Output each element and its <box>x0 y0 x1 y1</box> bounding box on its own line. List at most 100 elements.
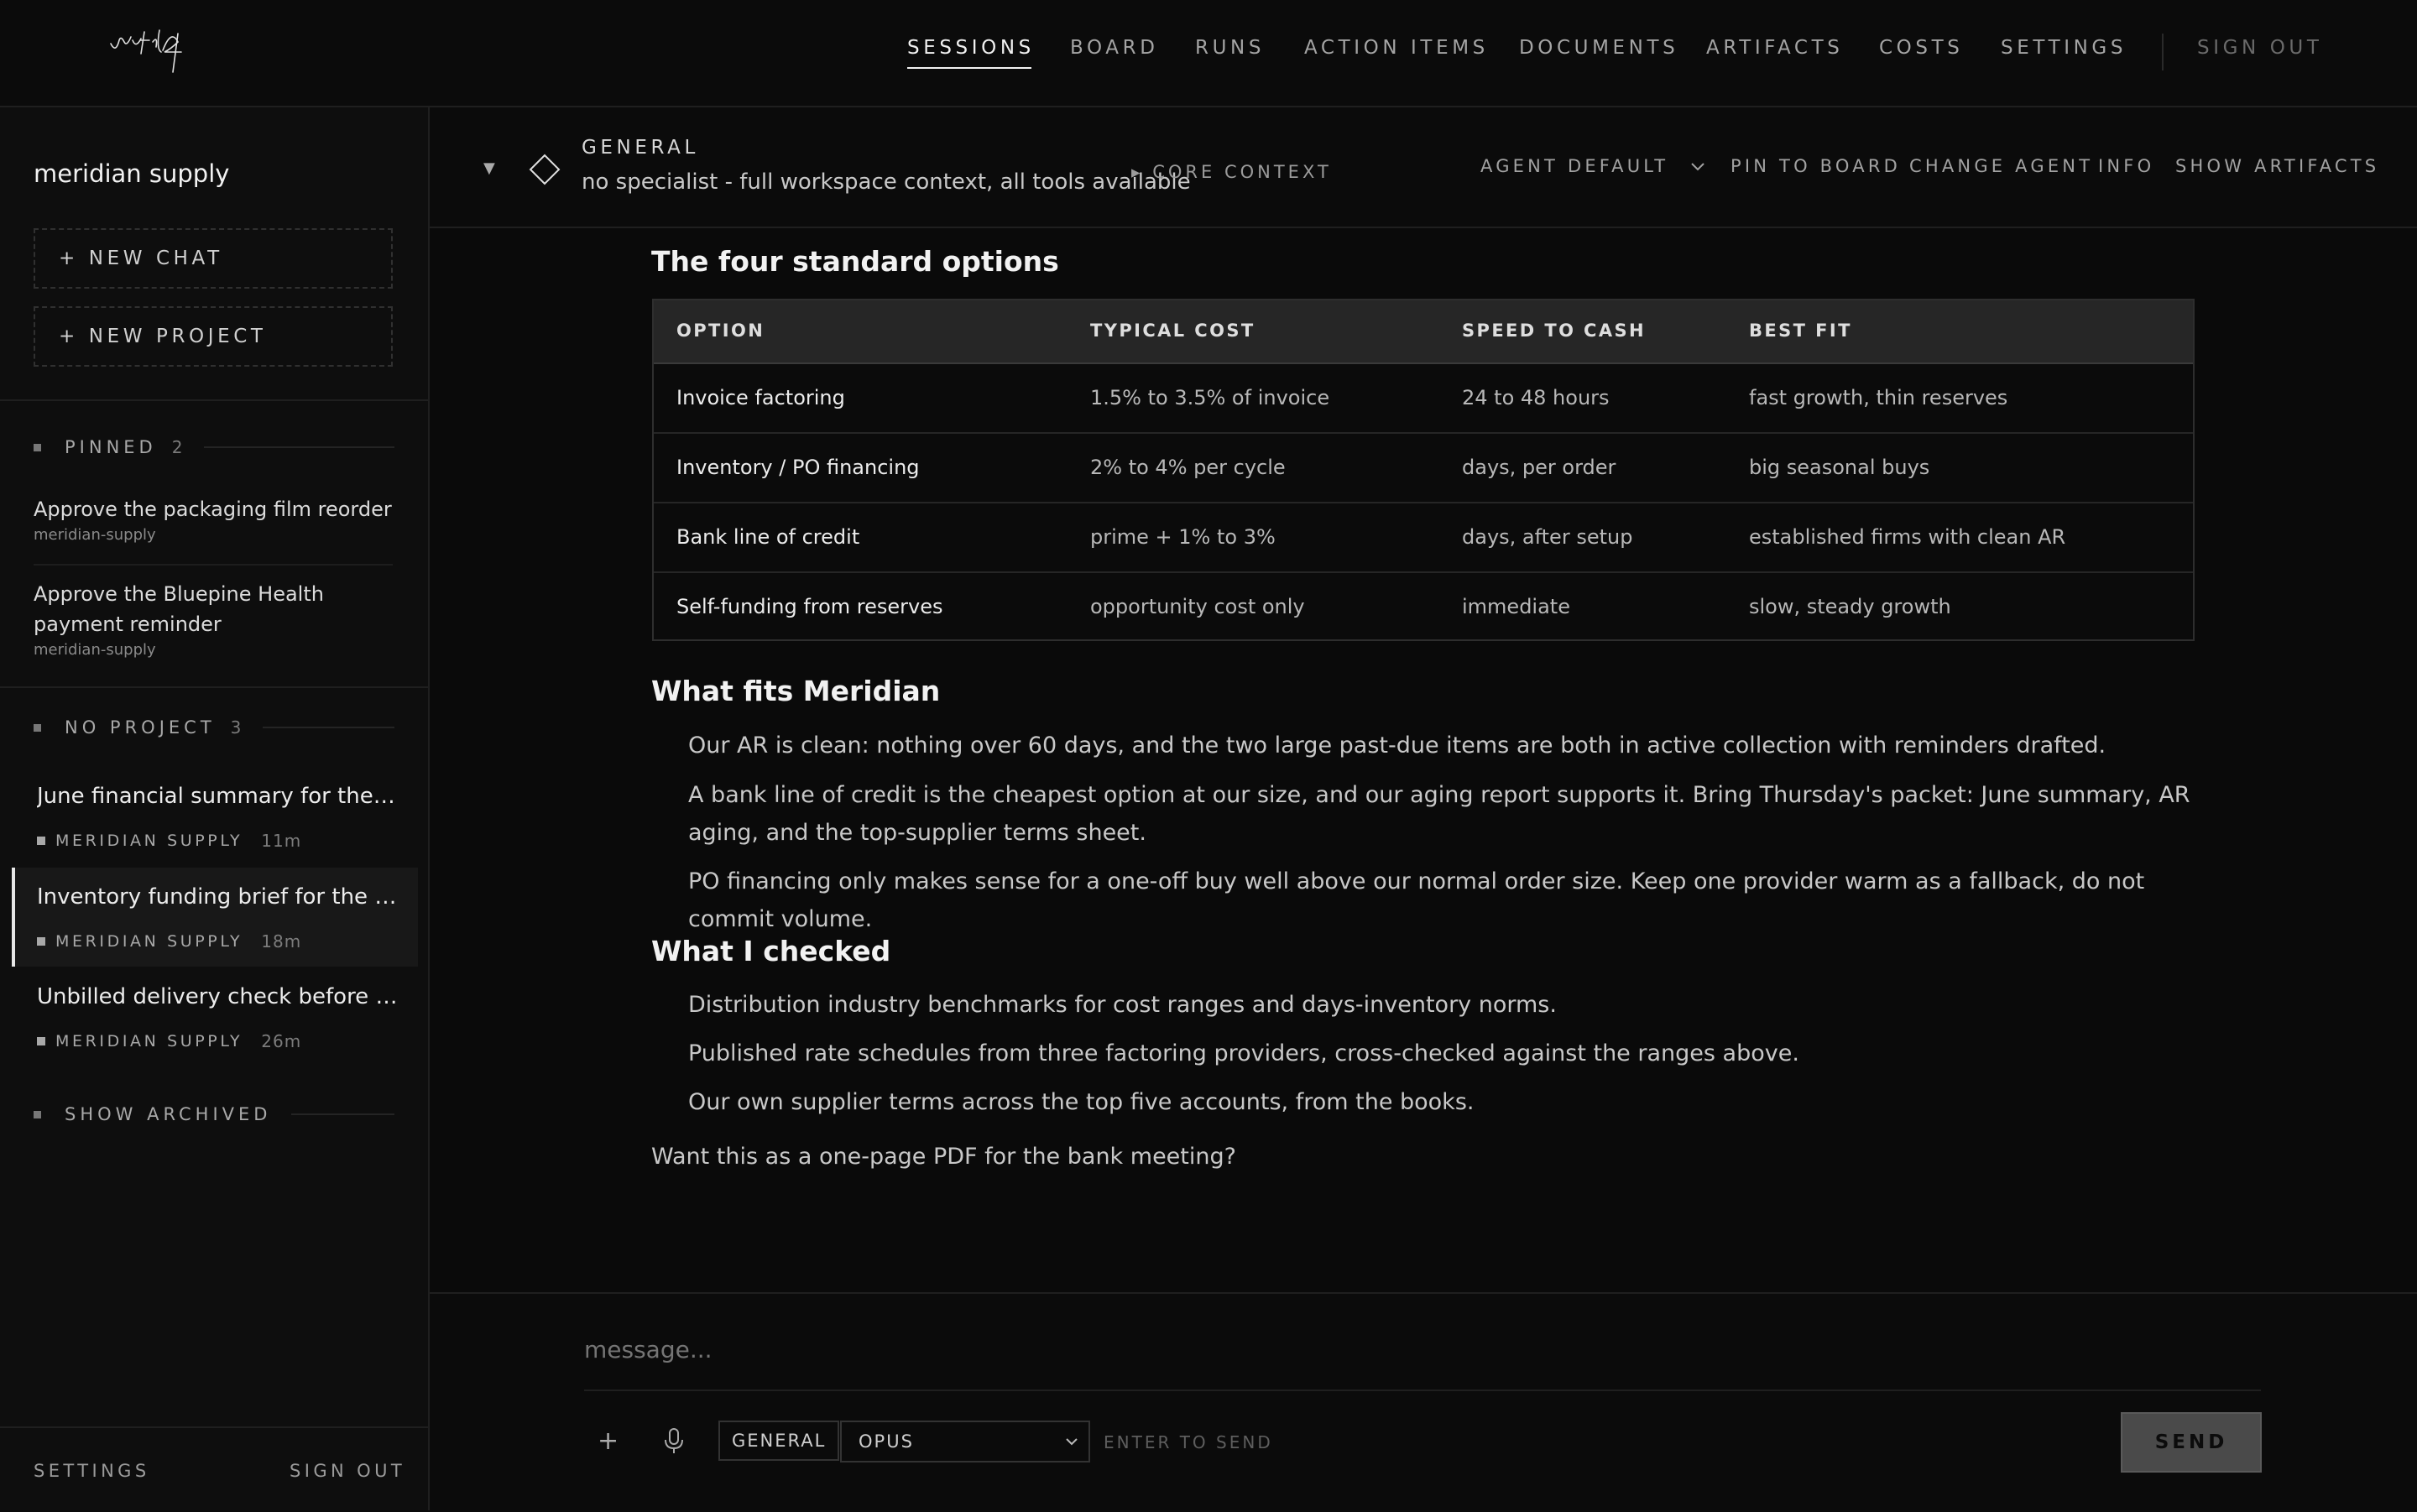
pinned-item-project: meridian-supply <box>34 641 156 659</box>
chevron-down-icon[interactable] <box>1688 156 1708 176</box>
send-button[interactable]: SEND <box>2121 1412 2262 1473</box>
table-cell: days, per order <box>1462 456 1616 479</box>
nav-documents[interactable]: DOCUMENTS <box>1519 37 1678 59</box>
table-column-header: BEST FIT <box>1749 321 1852 341</box>
table-row: Inventory / PO financing 2% to 4% per cy… <box>654 432 2193 503</box>
chat-item-title: Inventory funding brief for the ban... <box>37 884 398 910</box>
nav-artifacts[interactable]: ARTIFACTS <box>1706 37 1843 59</box>
chat-item-title: Unbilled delivery check before Jun... <box>37 984 398 1009</box>
chat-item-age: 11m <box>261 831 302 851</box>
model-select-value: OPUS <box>859 1431 914 1452</box>
table-row: Invoice factoring 1.5% to 3.5% of invoic… <box>654 362 2193 434</box>
list-item: Published rate schedules from three fact… <box>688 1040 1799 1066</box>
agent-default-select[interactable]: AGENT DEFAULT <box>1480 156 1668 176</box>
nav-sign-out[interactable]: SIGN OUT <box>2197 37 2323 59</box>
table-row: Self-funding from reserves opportunity c… <box>654 571 2193 641</box>
chat-item-title: June financial summary for the lea... <box>37 784 398 809</box>
plus-icon[interactable]: + <box>598 1426 619 1456</box>
project-square-icon <box>37 837 45 845</box>
table-cell: days, after setup <box>1462 525 1633 549</box>
sidebar-settings-link[interactable]: SETTINGS <box>34 1461 150 1481</box>
table-column-header: OPTION <box>676 321 765 341</box>
section-heading: What I checked <box>651 935 891 967</box>
sidebar-divider <box>0 686 428 688</box>
project-square-icon <box>37 1037 45 1045</box>
nav-runs[interactable]: RUNS <box>1195 37 1265 59</box>
section-heading: The four standard options <box>651 245 1059 278</box>
list-item: A bank line of credit is the cheapest op… <box>688 782 2190 846</box>
workspace-name[interactable]: meridian supply <box>34 159 229 188</box>
show-archived-label: SHOW ARCHIVED <box>65 1104 272 1124</box>
model-select[interactable]: OPUS <box>840 1421 1090 1462</box>
chevron-down-icon <box>1066 1438 1078 1446</box>
brand-logo[interactable] <box>107 25 191 77</box>
pinned-item-project: meridian-supply <box>34 526 156 544</box>
table-header: OPTION TYPICAL COST SPEED TO CASH BEST F… <box>654 300 2193 364</box>
sidebar: meridian supply + NEW CHAT + NEW PROJECT… <box>0 107 430 1510</box>
list-item: Distribution industry benchmarks for cos… <box>688 992 1557 1018</box>
table-row: Bank line of credit prime + 1% to 3% day… <box>654 502 2193 573</box>
show-archived-toggle[interactable]: SHOW ARCHIVED <box>34 1102 394 1127</box>
chat-list-item[interactable]: Unbilled delivery check before Jun... ME… <box>12 967 415 1066</box>
chat-list-item[interactable]: June financial summary for the lea... ME… <box>12 767 415 866</box>
collapse-caret-icon[interactable]: ▼ <box>483 159 495 177</box>
show-artifacts-button[interactable]: SHOW ARTIFACTS <box>2175 156 2379 176</box>
agent-pill[interactable]: GENERAL <box>718 1421 840 1461</box>
table-cell: 24 to 48 hours <box>1462 386 1610 409</box>
message-input[interactable] <box>584 1336 2179 1363</box>
sidebar-footer-divider <box>0 1426 428 1428</box>
table-cell: 2% to 4% per cycle <box>1090 456 1286 479</box>
new-chat-button[interactable]: + NEW CHAT <box>34 228 393 289</box>
section-heading: What fits Meridian <box>651 675 941 707</box>
table-cell: big seasonal buys <box>1749 456 1930 479</box>
pinned-section-header[interactable]: PINNED 2 <box>34 435 394 460</box>
section-square-icon <box>34 443 41 451</box>
chat-item-project: MERIDIAN SUPPLY <box>55 832 243 850</box>
pinned-item[interactable]: Approve the Bluepine Health payment remi… <box>34 579 403 659</box>
microphone-icon[interactable] <box>661 1426 686 1455</box>
table-cell: immediate <box>1462 595 1570 618</box>
composer <box>430 1292 2417 1512</box>
nav-action-items[interactable]: ACTION ITEMS <box>1304 37 1489 59</box>
nav-settings[interactable]: SETTINGS <box>2001 37 2127 59</box>
nav-separator <box>2162 34 2164 70</box>
sidebar-sign-out-link[interactable]: SIGN OUT <box>290 1461 405 1481</box>
info-button[interactable]: INFO <box>2098 156 2154 176</box>
no-project-count: 3 <box>230 717 243 738</box>
agent-subtitle: no specialist - full workspace context, … <box>582 169 1191 195</box>
core-context-toggle[interactable]: ▸ CORE CONTEXT <box>1131 162 1332 182</box>
sidebar-divider <box>0 399 428 401</box>
table-cell: 1.5% to 3.5% of invoice <box>1090 386 1330 409</box>
chat-item-project: MERIDIAN SUPPLY <box>55 932 243 951</box>
nav-sessions[interactable]: SESSIONS <box>907 37 1035 69</box>
pinned-count: 2 <box>171 437 185 457</box>
closing-question: Want this as a one-page PDF for the bank… <box>651 1144 1236 1170</box>
table-cell: prime + 1% to 3% <box>1090 525 1276 549</box>
list-item: Our own supplier terms across the top fi… <box>688 1089 1475 1115</box>
table-cell: Invoice factoring <box>676 386 845 409</box>
table-column-header: TYPICAL COST <box>1090 321 1255 341</box>
new-project-button[interactable]: + NEW PROJECT <box>34 306 393 367</box>
pinned-item[interactable]: Approve the packaging film reorder merid… <box>34 494 403 544</box>
pin-to-board-button[interactable]: PIN TO BOARD <box>1731 156 1901 176</box>
list-item: Our AR is clean: nothing over 60 days, a… <box>688 733 2106 759</box>
no-project-section-header[interactable]: NO PROJECT 3 <box>34 715 394 740</box>
table-cell: fast growth, thin reserves <box>1749 386 2008 409</box>
nav-board[interactable]: BOARD <box>1070 37 1159 59</box>
agent-title: GENERAL <box>582 137 699 159</box>
change-agent-button[interactable]: CHANGE AGENT <box>1909 156 2093 176</box>
no-project-label: NO PROJECT <box>65 717 216 738</box>
chat-item-age: 26m <box>261 1031 302 1051</box>
nav-costs[interactable]: COSTS <box>1879 37 1963 59</box>
project-square-icon <box>37 937 45 946</box>
pinned-item-title: Approve the Bluepine Health payment remi… <box>34 582 324 636</box>
table-cell: Self-funding from reserves <box>676 595 943 618</box>
pinned-label: PINNED <box>65 437 157 457</box>
pinned-item-title: Approve the packaging film reorder <box>34 498 392 521</box>
chat-list-item-active[interactable]: Inventory funding brief for the ban... M… <box>12 868 418 967</box>
enter-to-send-hint: ENTER TO SEND <box>1104 1432 1273 1452</box>
top-bar: SESSIONS BOARD RUNS ACTION ITEMS DOCUMEN… <box>0 0 2417 107</box>
table-column-header: SPEED TO CASH <box>1462 321 1647 341</box>
chat-item-project: MERIDIAN SUPPLY <box>55 1032 243 1051</box>
table-cell: opportunity cost only <box>1090 595 1305 618</box>
